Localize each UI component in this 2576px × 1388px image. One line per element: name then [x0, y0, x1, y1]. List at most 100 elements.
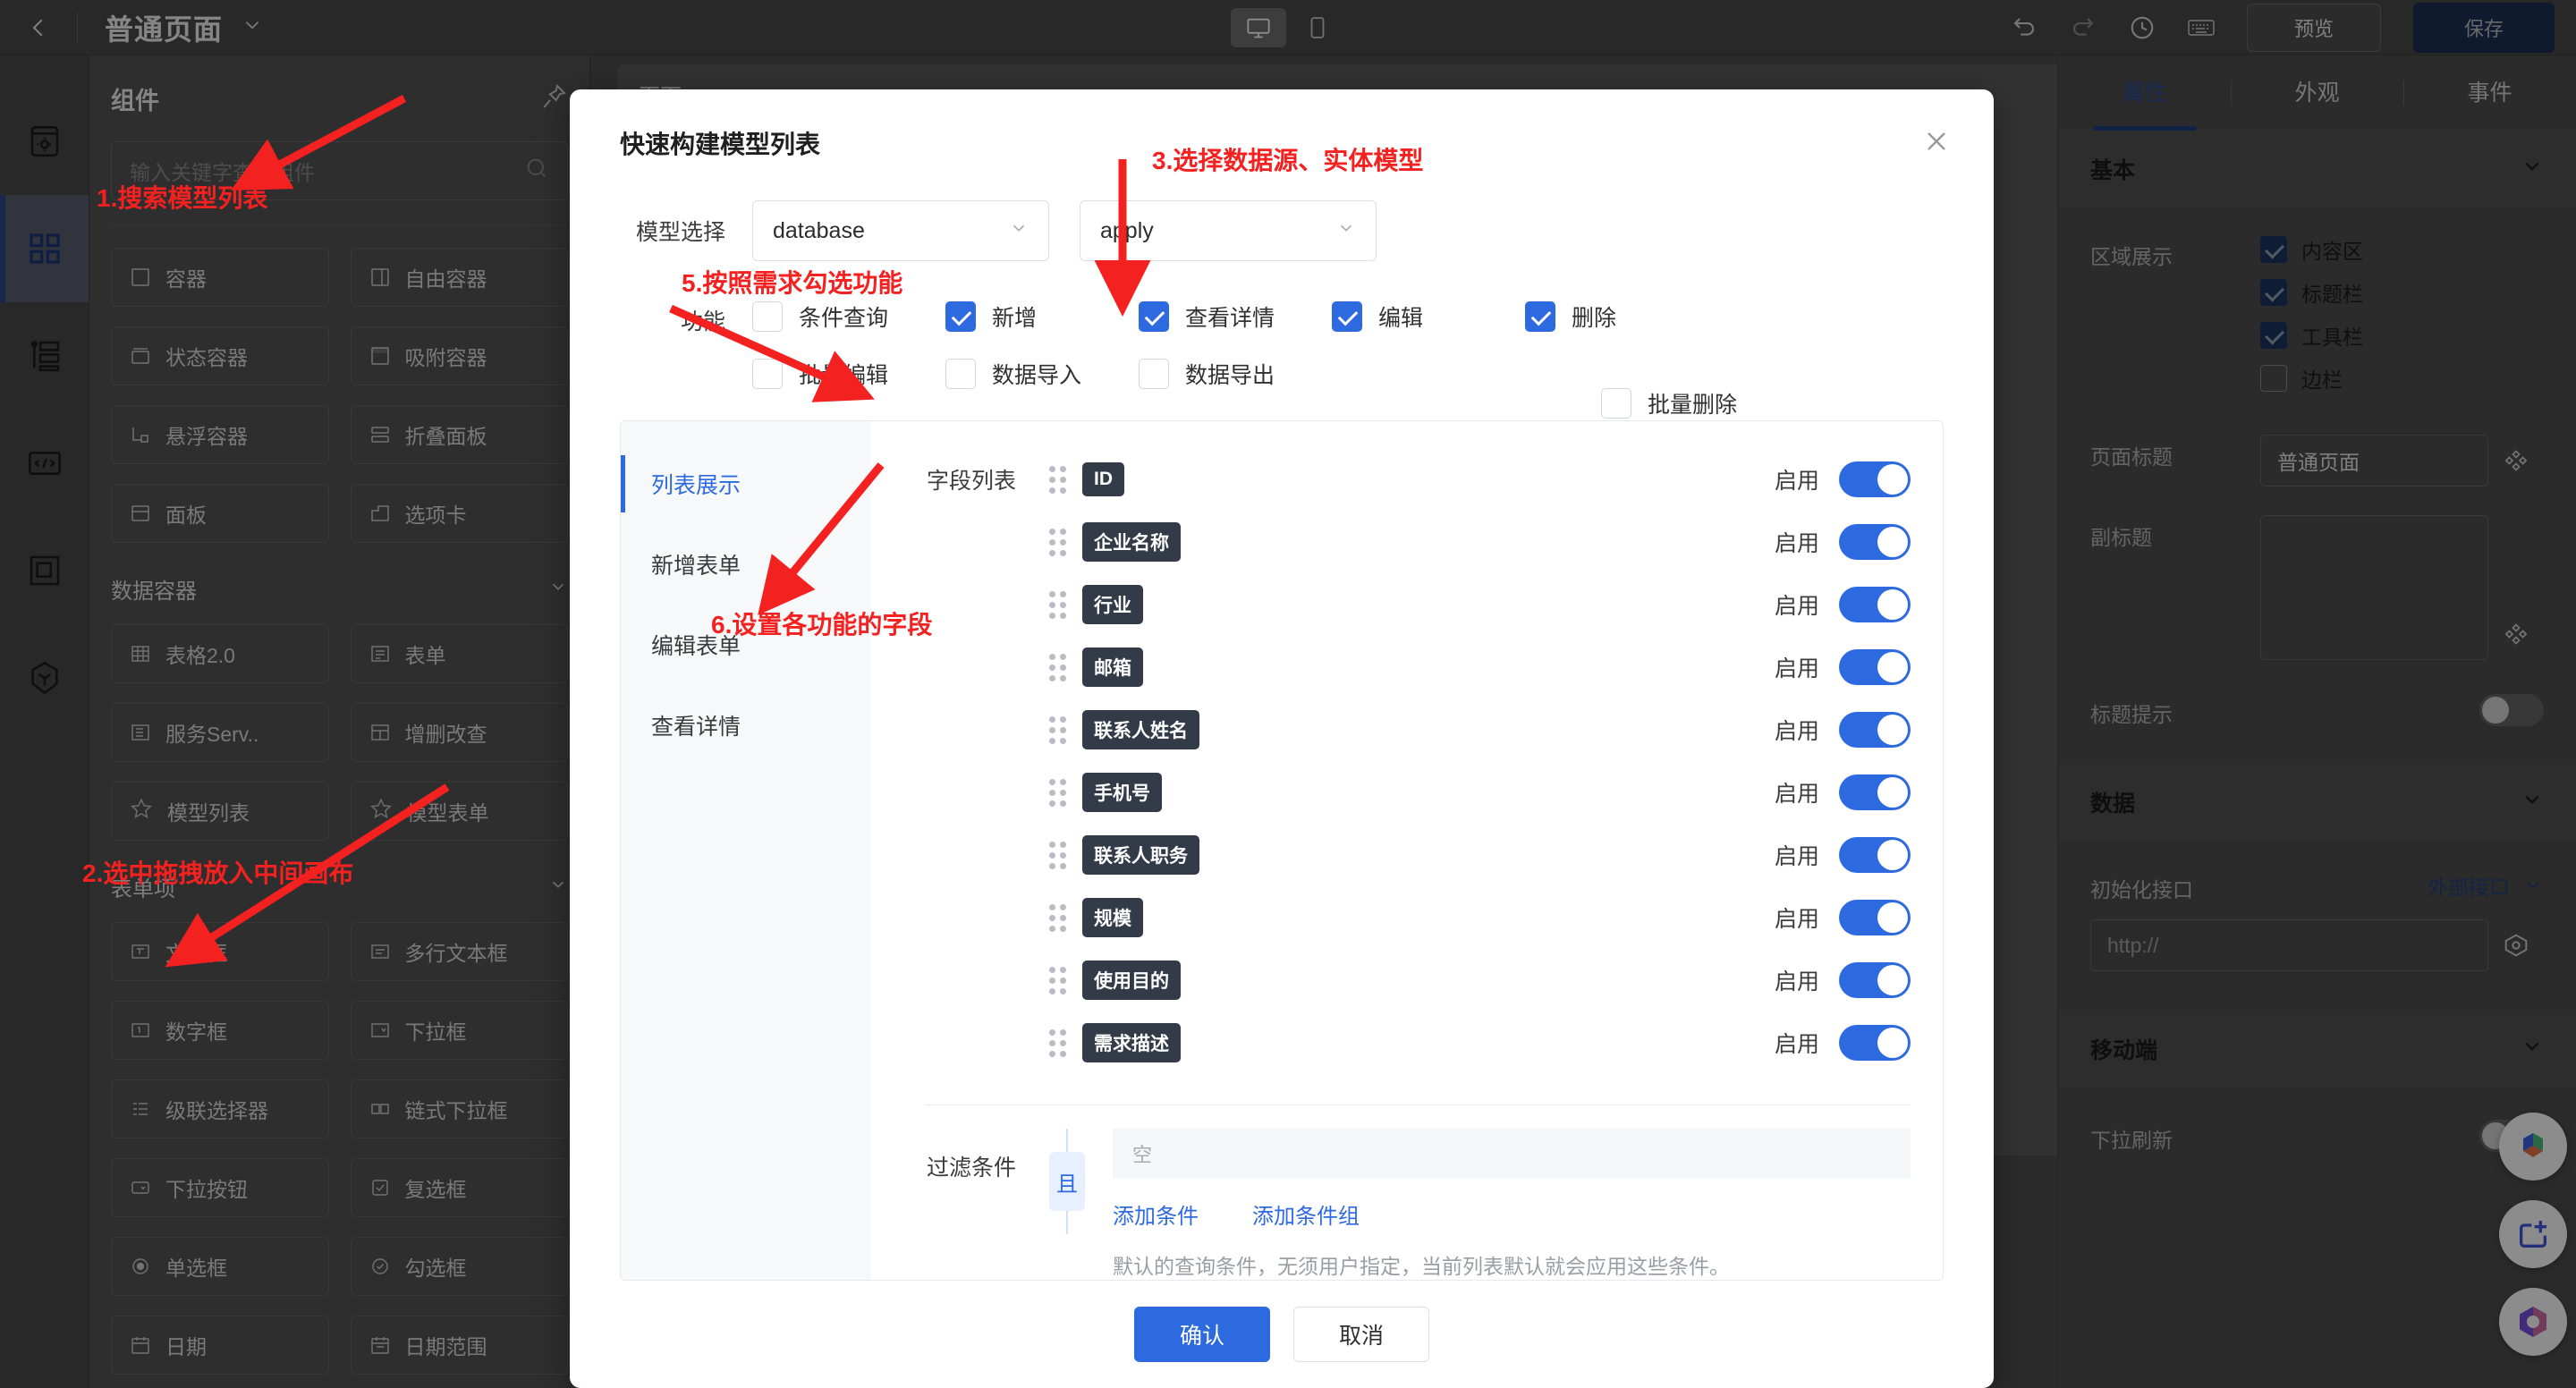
field-enable-toggle[interactable]: [1839, 712, 1911, 748]
drag-handle-icon[interactable]: [1041, 841, 1073, 869]
datasource-value: database: [773, 217, 865, 243]
filter-conditions-section: 过滤条件 且 空 添加条件 添加条件组 默认的查询条件，无须用户指定，当前列表默…: [871, 1105, 1943, 1280]
side-tab-view-detail[interactable]: 查看详情: [621, 693, 871, 757]
field-tag[interactable]: 企业名称: [1082, 522, 1181, 562]
drag-handle-icon[interactable]: [1041, 653, 1073, 681]
drag-handle-icon[interactable]: [1041, 715, 1073, 744]
dialog-body: 列表展示 新增表单 编辑表单 查看详情 字段列表 ID 启用 企业名称 启用 行…: [620, 420, 1944, 1281]
checkbox-label: 批量编辑: [799, 363, 889, 388]
checkbox-label: 删除: [1572, 306, 1617, 331]
field-enable-label: 启用: [1774, 844, 1819, 869]
field-row: 联系人姓名 启用: [871, 698, 1943, 761]
field-tag[interactable]: 行业: [1082, 585, 1143, 624]
annotation-6: 6.设置各功能的字段: [711, 611, 933, 639]
field-row: 使用目的 启用: [871, 949, 1943, 1011]
field-tag[interactable]: ID: [1082, 462, 1124, 496]
checkbox-label: 批量删除: [1648, 393, 1738, 418]
drag-handle-icon[interactable]: [1041, 465, 1073, 494]
field-enable-toggle[interactable]: [1839, 900, 1911, 935]
drag-handle-icon[interactable]: [1041, 1028, 1073, 1057]
app-root: 普通页面 预览 保存 组件 输入关键字查询组件 容器 自由容器 状态容器 吸附容…: [0, 0, 2576, 1388]
field-enable-toggle[interactable]: [1839, 587, 1911, 622]
checkbox-view-detail[interactable]: 查看详情: [1139, 300, 1332, 333]
fields-list-label: 字段列表: [926, 469, 1016, 494]
drag-handle-icon[interactable]: [1041, 590, 1073, 619]
checkbox-create[interactable]: 新增: [945, 300, 1139, 333]
field-enable-label: 启用: [1774, 1032, 1819, 1057]
field-tag[interactable]: 规模: [1082, 898, 1143, 937]
field-enable-toggle[interactable]: [1839, 962, 1911, 998]
chevron-down-icon: [1009, 218, 1029, 243]
field-enable-toggle[interactable]: [1839, 461, 1911, 497]
checkbox-box: [1601, 388, 1631, 419]
add-condition-button[interactable]: 添加条件: [1113, 1198, 1199, 1230]
field-enable-label: 启用: [1774, 594, 1819, 619]
filter-content: 空 添加条件 添加条件组 默认的查询条件，无须用户指定，当前列表默认就会应用这些…: [1093, 1129, 1911, 1280]
annotation-5: 5.按照需求勾选功能: [682, 269, 903, 297]
field-enable-label: 启用: [1774, 719, 1819, 744]
checkbox-box: [1139, 359, 1169, 389]
entity-model-select[interactable]: apply: [1080, 200, 1377, 261]
field-enable-label: 启用: [1774, 969, 1819, 994]
close-icon[interactable]: [1920, 125, 1953, 164]
field-tag[interactable]: 手机号: [1082, 773, 1162, 812]
add-condition-group-button[interactable]: 添加条件组: [1252, 1198, 1360, 1230]
field-enable-toggle[interactable]: [1839, 1025, 1911, 1061]
dialog-footer: 确认 取消: [570, 1281, 1994, 1388]
field-enable-toggle[interactable]: [1839, 774, 1911, 810]
checkbox-label: 数据导出: [1185, 363, 1275, 388]
field-tag[interactable]: 需求描述: [1082, 1023, 1181, 1062]
checkbox-label: 编辑: [1378, 306, 1424, 331]
field-enable-toggle[interactable]: [1839, 524, 1911, 560]
field-enable-toggle[interactable]: [1839, 837, 1911, 873]
checkbox-batch-delete[interactable]: 批量删除: [1601, 387, 1737, 419]
checkbox-label: 条件查询: [799, 306, 889, 331]
function-label: 功能: [680, 309, 725, 334]
model-select-label: 模型选择: [635, 220, 725, 245]
field-enable-label: 启用: [1774, 531, 1819, 556]
model-select-row: 模型选择 database apply: [570, 200, 1994, 261]
checkbox-label: 数据导入: [992, 363, 1082, 388]
chevron-down-icon: [1336, 218, 1356, 243]
checkbox-box: [1525, 301, 1555, 332]
field-row: 需求描述 启用: [871, 1011, 1943, 1074]
filter-operator-column: 且: [1041, 1129, 1093, 1280]
checkbox-box: [1139, 301, 1169, 332]
checkbox-batch-edit[interactable]: 批量编辑: [752, 358, 945, 390]
checkbox-condition-query[interactable]: 条件查询: [752, 300, 945, 333]
field-enable-label: 启用: [1774, 469, 1819, 494]
field-tag[interactable]: 联系人职务: [1082, 835, 1199, 875]
checkbox-data-import[interactable]: 数据导入: [945, 358, 1139, 390]
drag-handle-icon[interactable]: [1041, 528, 1073, 556]
drag-handle-icon[interactable]: [1041, 778, 1073, 807]
field-row: 手机号 启用: [871, 761, 1943, 824]
filter-operator-toggle[interactable]: 且: [1049, 1152, 1085, 1211]
field-row: 企业名称 启用: [871, 511, 1943, 573]
field-tag[interactable]: 使用目的: [1082, 961, 1181, 1000]
checkbox-label: 查看详情: [1185, 306, 1275, 331]
side-tab-list-display[interactable]: 列表展示: [621, 452, 871, 516]
field-enable-label: 启用: [1774, 907, 1819, 932]
checkbox-data-export[interactable]: 数据导出: [1139, 358, 1332, 390]
filter-label: 过滤条件: [926, 1155, 1016, 1181]
checkbox-delete[interactable]: 删除: [1525, 300, 1718, 333]
function-row: 功能 条件查询 新增 查看详情 编辑 删除 批量编辑 数据导入 数据导出 批量删…: [570, 300, 1994, 419]
cancel-button[interactable]: 取消: [1293, 1307, 1429, 1362]
checkbox-edit[interactable]: 编辑: [1332, 300, 1525, 333]
checkbox-label: 新增: [992, 306, 1038, 331]
annotation-2: 2.选中拖拽放入中间画布: [82, 859, 354, 887]
field-tag[interactable]: 联系人姓名: [1082, 710, 1199, 749]
field-enable-toggle[interactable]: [1839, 649, 1911, 685]
drag-handle-icon[interactable]: [1041, 966, 1073, 994]
field-tag[interactable]: 邮箱: [1082, 647, 1143, 687]
field-row: 字段列表 ID 启用: [871, 448, 1943, 511]
annotation-1: 1.搜索模型列表: [97, 184, 268, 212]
side-tab-create-form[interactable]: 新增表单: [621, 532, 871, 597]
fields-list: 字段列表 ID 启用 企业名称 启用 行业 启用 邮箱 启用 联系人姓名 启用 …: [871, 448, 1943, 1092]
field-row: 邮箱 启用: [871, 636, 1943, 698]
datasource-select[interactable]: database: [752, 200, 1049, 261]
filter-empty-placeholder: 空: [1113, 1129, 1911, 1179]
confirm-button[interactable]: 确认: [1134, 1307, 1270, 1362]
drag-handle-icon[interactable]: [1041, 903, 1073, 932]
function-checkbox-grid: 条件查询 新增 查看详情 编辑 删除 批量编辑 数据导入 数据导出: [752, 300, 1718, 390]
